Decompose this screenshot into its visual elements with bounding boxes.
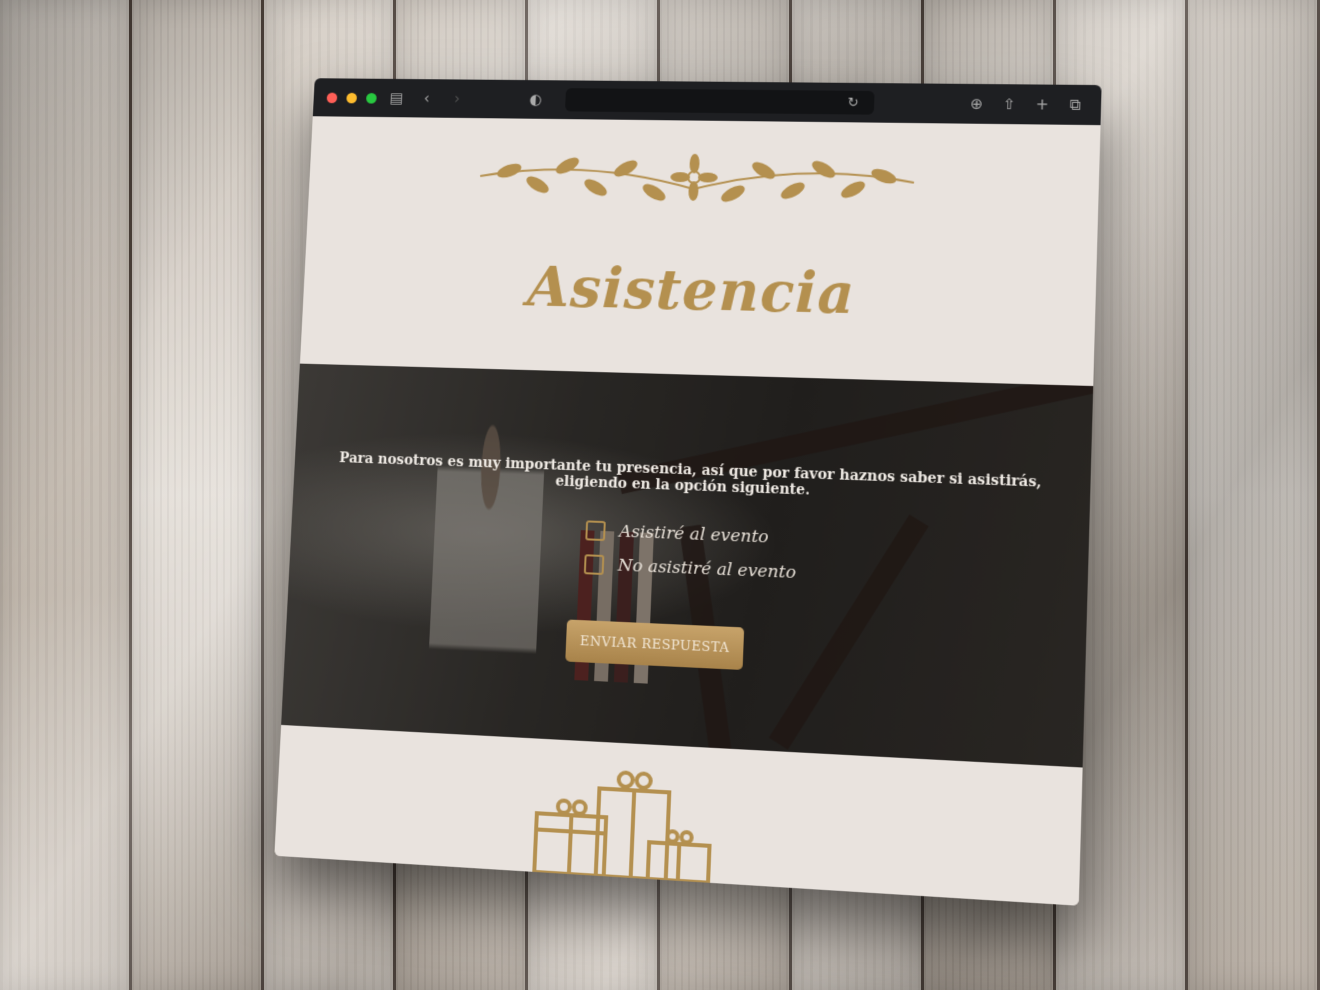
invitation-page: Asistencia Para nosotros es muy importan… bbox=[274, 116, 1101, 906]
close-window-button[interactable] bbox=[326, 92, 338, 103]
option-label: Asistiré al evento bbox=[618, 521, 769, 548]
section-title: Asistencia bbox=[525, 254, 857, 328]
option-attend[interactable]: Asistiré al evento bbox=[585, 520, 797, 548]
rsvp-message: Para nosotros es muy importante tu prese… bbox=[338, 450, 1042, 499]
header-section: Asistencia bbox=[299, 116, 1101, 387]
floral-ornament-icon bbox=[469, 147, 925, 223]
download-icon[interactable]: ⊕ bbox=[965, 93, 988, 115]
gift-boxes-icon bbox=[528, 763, 722, 886]
rsvp-options: Asistiré al evento No asistiré al evento bbox=[583, 520, 797, 597]
sidebar-icon[interactable]: ▤ bbox=[386, 87, 408, 108]
send-response-button[interactable]: ENVIAR RESPUESTA bbox=[565, 619, 745, 670]
browser-window: ▤ ‹ › ◐ ↻ ⊕ ⇧ + ⧉ Asistencia Para nosotr… bbox=[274, 78, 1102, 906]
shield-icon: ◐ bbox=[528, 90, 543, 109]
option-not-attend[interactable]: No asistiré al evento bbox=[583, 554, 797, 584]
forward-icon[interactable]: › bbox=[446, 88, 468, 109]
rsvp-section: Para nosotros es muy importante tu prese… bbox=[281, 363, 1094, 768]
option-label: No asistiré al evento bbox=[617, 555, 797, 584]
zoom-window-button[interactable] bbox=[366, 92, 377, 104]
tabs-icon[interactable]: ⧉ bbox=[1064, 94, 1087, 116]
address-bar[interactable]: ↻ bbox=[564, 88, 875, 115]
back-icon[interactable]: ‹ bbox=[416, 88, 438, 109]
share-icon[interactable]: ⇧ bbox=[998, 93, 1021, 115]
attend-checkbox[interactable] bbox=[585, 520, 606, 542]
minimize-window-button[interactable] bbox=[346, 92, 358, 103]
new-tab-icon[interactable]: + bbox=[1031, 93, 1054, 115]
not-attend-checkbox[interactable] bbox=[583, 554, 605, 575]
reload-icon[interactable]: ↻ bbox=[842, 92, 865, 114]
